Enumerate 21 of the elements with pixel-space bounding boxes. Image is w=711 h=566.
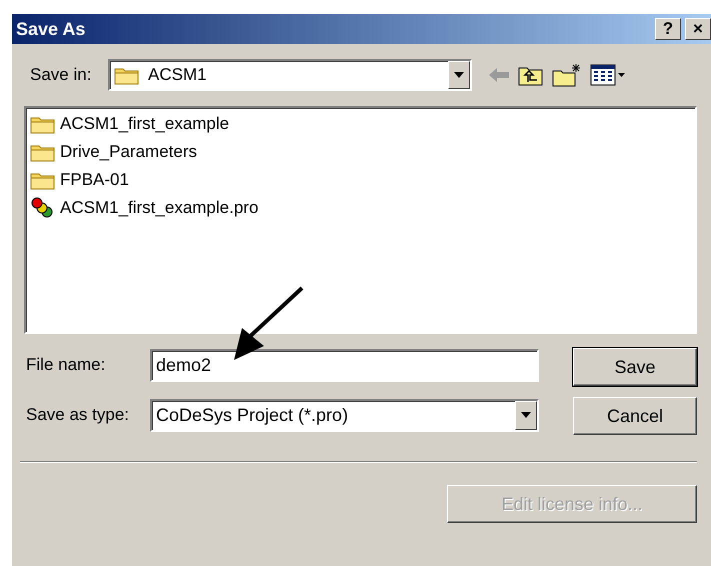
file-item[interactable]: ACSM1_first_example.pro bbox=[58, 195, 260, 221]
window-title: Save As bbox=[16, 18, 86, 40]
save-in-label: Save in: bbox=[30, 64, 92, 86]
save-in-dropdown[interactable]: ACSM1 bbox=[108, 59, 472, 91]
file-name-label: File name: bbox=[26, 354, 106, 376]
folder-item[interactable]: Drive_Parameters bbox=[58, 139, 199, 165]
view-menu-icon[interactable] bbox=[590, 64, 626, 86]
help-button[interactable]: ? bbox=[655, 18, 681, 40]
new-folder-icon[interactable] bbox=[552, 63, 582, 87]
folder-item[interactable]: FPBA-01 bbox=[58, 167, 131, 193]
close-button[interactable]: × bbox=[685, 18, 711, 40]
folder-item[interactable]: ACSM1_first_example bbox=[58, 111, 232, 137]
save-as-type-dropdown[interactable]: CoDeSys Project (*.pro) bbox=[150, 398, 539, 432]
dropdown-arrow-icon[interactable] bbox=[521, 412, 531, 418]
cancel-button[interactable]: Cancel bbox=[573, 397, 697, 435]
file-name-field[interactable]: demo2 bbox=[150, 348, 539, 382]
save-in-value: ACSM1 bbox=[148, 64, 207, 86]
save-as-type-label: Save as type: bbox=[26, 404, 130, 426]
save-button[interactable]: Save bbox=[573, 348, 697, 386]
save-as-type-value: CoDeSys Project (*.pro) bbox=[155, 404, 350, 427]
dropdown-arrow-icon[interactable] bbox=[454, 72, 464, 78]
